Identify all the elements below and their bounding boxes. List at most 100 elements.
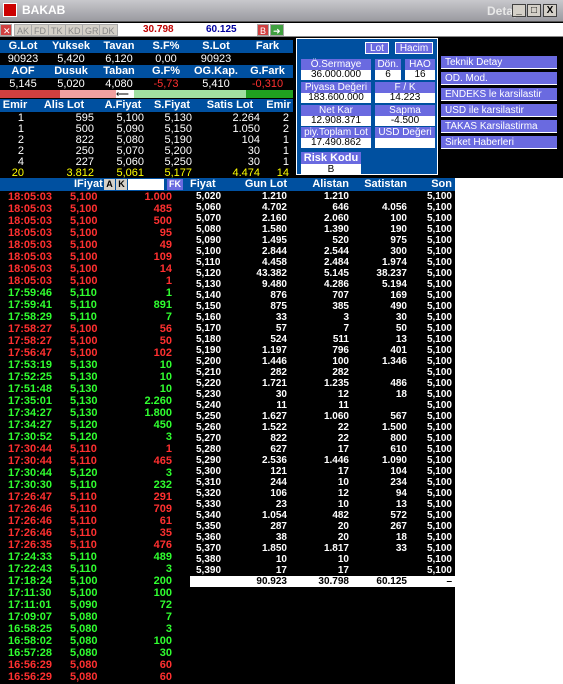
trade-time: 17:22:43 [8, 563, 53, 575]
o-sermaye-value: 36.000.000 [301, 70, 371, 80]
price-cell: 5,350 [196, 521, 222, 532]
app-icon [3, 3, 17, 17]
price-cell: 401 [390, 345, 407, 356]
summary-header: G.F% [151, 65, 181, 77]
price-cell: 5,100 [426, 477, 452, 488]
trade-time: 17:30:30 [8, 479, 53, 491]
trade-lot: 10 [159, 383, 172, 395]
price-cell: 4.056 [381, 202, 407, 213]
price-cell: 5,100 [426, 246, 452, 257]
price-cell: 1.210 [261, 191, 287, 202]
k-button[interactable]: K [116, 179, 127, 190]
trade-lot: 1 [165, 287, 172, 299]
price-cell: 875 [270, 301, 287, 312]
a-button[interactable]: A [104, 179, 115, 190]
summary-values-2: 5,145 5,020 4,080 -5,73 5,410 -0,310 [0, 78, 293, 90]
price-cell: 169 [390, 290, 407, 301]
tool-ak-button[interactable]: AK [14, 24, 33, 36]
trade-lot: 1 [165, 443, 172, 455]
filter-input[interactable] [128, 179, 164, 190]
sapma-value: -4.500 [375, 116, 435, 126]
trade-price: 5,100 [70, 239, 98, 251]
risk-value: B [301, 164, 361, 175]
trade-lot: 3 [165, 431, 172, 443]
price-cell: 5,100 [426, 202, 452, 213]
price-cell: 11 [338, 400, 349, 411]
trade-lot: 891 [153, 299, 172, 311]
trade-time: 18:05:03 [8, 263, 53, 275]
price-cell: 572 [390, 510, 407, 521]
minimize-button[interactable]: _ [512, 4, 526, 17]
fk-button[interactable]: FK [167, 179, 183, 190]
empty-pane [455, 178, 563, 684]
price-cell: 17 [275, 565, 287, 576]
price-cell: 5,100 [426, 433, 452, 444]
price-cell: 10 [337, 554, 349, 565]
menu-item[interactable]: USD ile karsilastir [441, 104, 557, 117]
menu-item[interactable]: Sirket Haberleri [441, 136, 557, 149]
price-cell: 5,100 [426, 521, 452, 532]
close-icon[interactable]: ✕ [0, 24, 12, 36]
trade-price: 5,110 [70, 311, 97, 323]
tool-tk-button[interactable]: TK [48, 24, 66, 36]
menu-item[interactable]: TAKAS Karsilastirma [441, 120, 557, 133]
price-cell: 1.090 [381, 455, 407, 466]
trade-time: 17:58:27 [8, 335, 53, 347]
lot-button[interactable]: Lot [365, 42, 389, 54]
trade-price: 5,100 [70, 191, 98, 203]
trade-price: 5,130 [70, 383, 98, 395]
prices-totals: 90.923 30.798 60.125 – [190, 576, 455, 587]
price-cell: 5,070 [196, 213, 222, 224]
trade-time: 17:58:27 [8, 323, 53, 335]
trade-lot: 465 [153, 455, 172, 467]
summary-header-1: G.Lot Yuksek Tavan S.F% S.Lot Fark [0, 40, 293, 53]
trade-lot: 485 [153, 203, 172, 215]
price-cell: 5,280 [196, 444, 222, 455]
trade-lot: 450 [153, 419, 172, 431]
trade-time: 17:26:46 [8, 515, 53, 527]
price-cell: 5,080 [196, 224, 222, 235]
menu-item[interactable]: Teknik Detay [441, 56, 557, 69]
trade-price: 5,100 [70, 323, 98, 335]
trade-price: 5,110 [70, 287, 97, 299]
total-cell: 90.923 [256, 576, 287, 587]
trade-price: 5,100 [70, 587, 98, 599]
prices-header-cell: Satistan [364, 178, 407, 190]
summary-values-1: 90923 5,420 6,120 0,00 90923 [0, 53, 293, 65]
trade-lot: 72 [159, 599, 172, 611]
trades-fiyat-header[interactable]: IFiyat [74, 178, 103, 191]
trade-price: 5,080 [70, 635, 98, 647]
price-cell: 1.210 [323, 191, 349, 202]
price-cell: 100 [390, 213, 407, 224]
price-cell: 1.060 [323, 411, 349, 422]
price-cell: 10 [337, 477, 349, 488]
price-cell: 5,330 [196, 499, 222, 510]
arrow-right-icon[interactable]: ➜ [270, 24, 284, 36]
tool-kd-button[interactable]: KD [65, 24, 84, 36]
price-cell: 5,100 [426, 499, 452, 510]
hacim-button[interactable]: Hacim [395, 42, 433, 54]
close-button[interactable]: X [543, 4, 557, 17]
b-button[interactable]: B [257, 24, 270, 36]
price-cell: 5,100 [426, 400, 452, 411]
depth-header: Emir Alis Lot A.Fiyat S.Fiyat Satis Lot Emir [0, 99, 293, 112]
menu-item[interactable]: OD. Mod. [441, 72, 557, 85]
trade-lot: 3 [165, 563, 172, 575]
indicator-bars: ⟵ [0, 90, 293, 99]
trade-time: 17:30:44 [8, 443, 53, 455]
price-cell: 5,100 [426, 444, 452, 455]
price-cell: 43.382 [256, 268, 287, 279]
price-cell: 490 [390, 301, 407, 312]
menu-item[interactable]: ENDEKS le karsilastir [441, 88, 557, 101]
price-cell: 5,110 [196, 257, 221, 268]
price-cell: 5,020 [196, 191, 222, 202]
trade-price: 5,110 [70, 503, 97, 515]
trade-price: 5,110 [70, 479, 97, 491]
maximize-button[interactable]: □ [527, 4, 541, 17]
price-cell: 5,100 [426, 554, 452, 565]
tool-dk-button[interactable]: DK [99, 24, 118, 36]
price-cell: 1.054 [261, 510, 287, 521]
trade-lot: 60 [159, 671, 172, 683]
tool-fd-button[interactable]: FD [31, 24, 49, 36]
price-cell: 5,100 [426, 312, 452, 323]
